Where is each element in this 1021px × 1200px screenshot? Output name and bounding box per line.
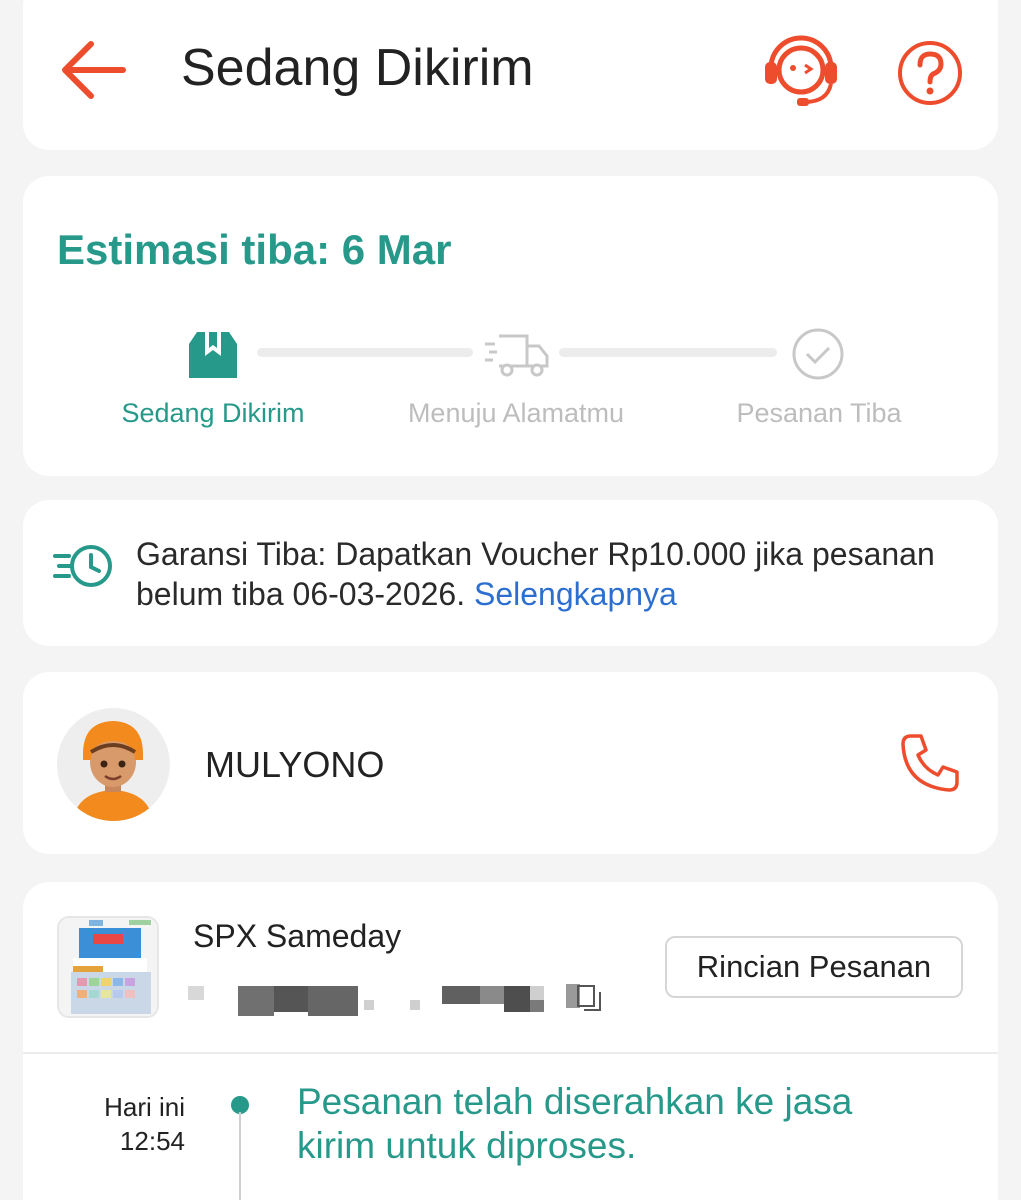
timeline-status-text: Pesanan telah diserahkan ke jasa kirim u… — [297, 1081, 853, 1166]
guarantee-text: Garansi Tiba: Dapatkan Voucher Rp10.000 … — [136, 534, 936, 614]
step-label-arrived: Pesanan Tiba — [736, 398, 902, 428]
arrow-left-icon — [62, 41, 126, 99]
fast-clock-icon — [53, 540, 117, 590]
timeline-timestamp: Hari ini 12:54 — [63, 1090, 185, 1158]
order-details-button[interactable]: Rincian Pesanan — [665, 936, 963, 998]
timeline-time: 12:54 — [119, 1126, 185, 1156]
courier-avatar — [57, 708, 170, 821]
step-label-on-the-way: Menuju Alamatmu — [407, 398, 625, 428]
shipment-card: SPX Sameday Rincian Pesanan Hari ini 12:… — [23, 882, 998, 1200]
step-connector — [257, 348, 473, 357]
customer-service-icon — [765, 35, 837, 106]
package-icon — [183, 326, 253, 386]
courier-service-name: SPX Sameday — [193, 918, 402, 954]
learn-more-link[interactable]: Selengkapnya — [474, 576, 677, 612]
delivery-estimate-card: Estimasi tiba: 6 Mar Sedang Dikirim Menu… — [23, 176, 998, 476]
truck-icon — [483, 326, 553, 386]
estimate-title: Estimasi tiba: 6 Mar — [57, 226, 452, 273]
header-bar: Sedang Dikirim — [23, 0, 998, 150]
step-connector — [559, 348, 777, 357]
timeline-line — [239, 1112, 241, 1200]
product-thumbnail[interactable] — [57, 916, 159, 1018]
call-courier-button[interactable] — [897, 730, 963, 796]
check-circle-icon — [787, 326, 857, 386]
question-icon — [898, 41, 962, 105]
courier-card: MULYONO — [23, 672, 998, 854]
courier-name: MULYONO — [205, 744, 385, 785]
arrival-guarantee-card: Garansi Tiba: Dapatkan Voucher Rp10.000 … — [23, 500, 998, 646]
back-button[interactable] — [61, 32, 151, 112]
help-button[interactable] — [895, 38, 965, 108]
phone-icon — [901, 734, 959, 792]
customer-service-button[interactable] — [761, 28, 841, 108]
timeline-day: Hari ini — [104, 1092, 185, 1122]
divider — [23, 1052, 998, 1054]
step-label-shipping: Sedang Dikirim — [121, 398, 305, 428]
tracking-number-redacted — [188, 982, 601, 1016]
copy-icon[interactable] — [576, 984, 602, 1012]
page-title: Sedang Dikirim — [181, 39, 534, 97]
